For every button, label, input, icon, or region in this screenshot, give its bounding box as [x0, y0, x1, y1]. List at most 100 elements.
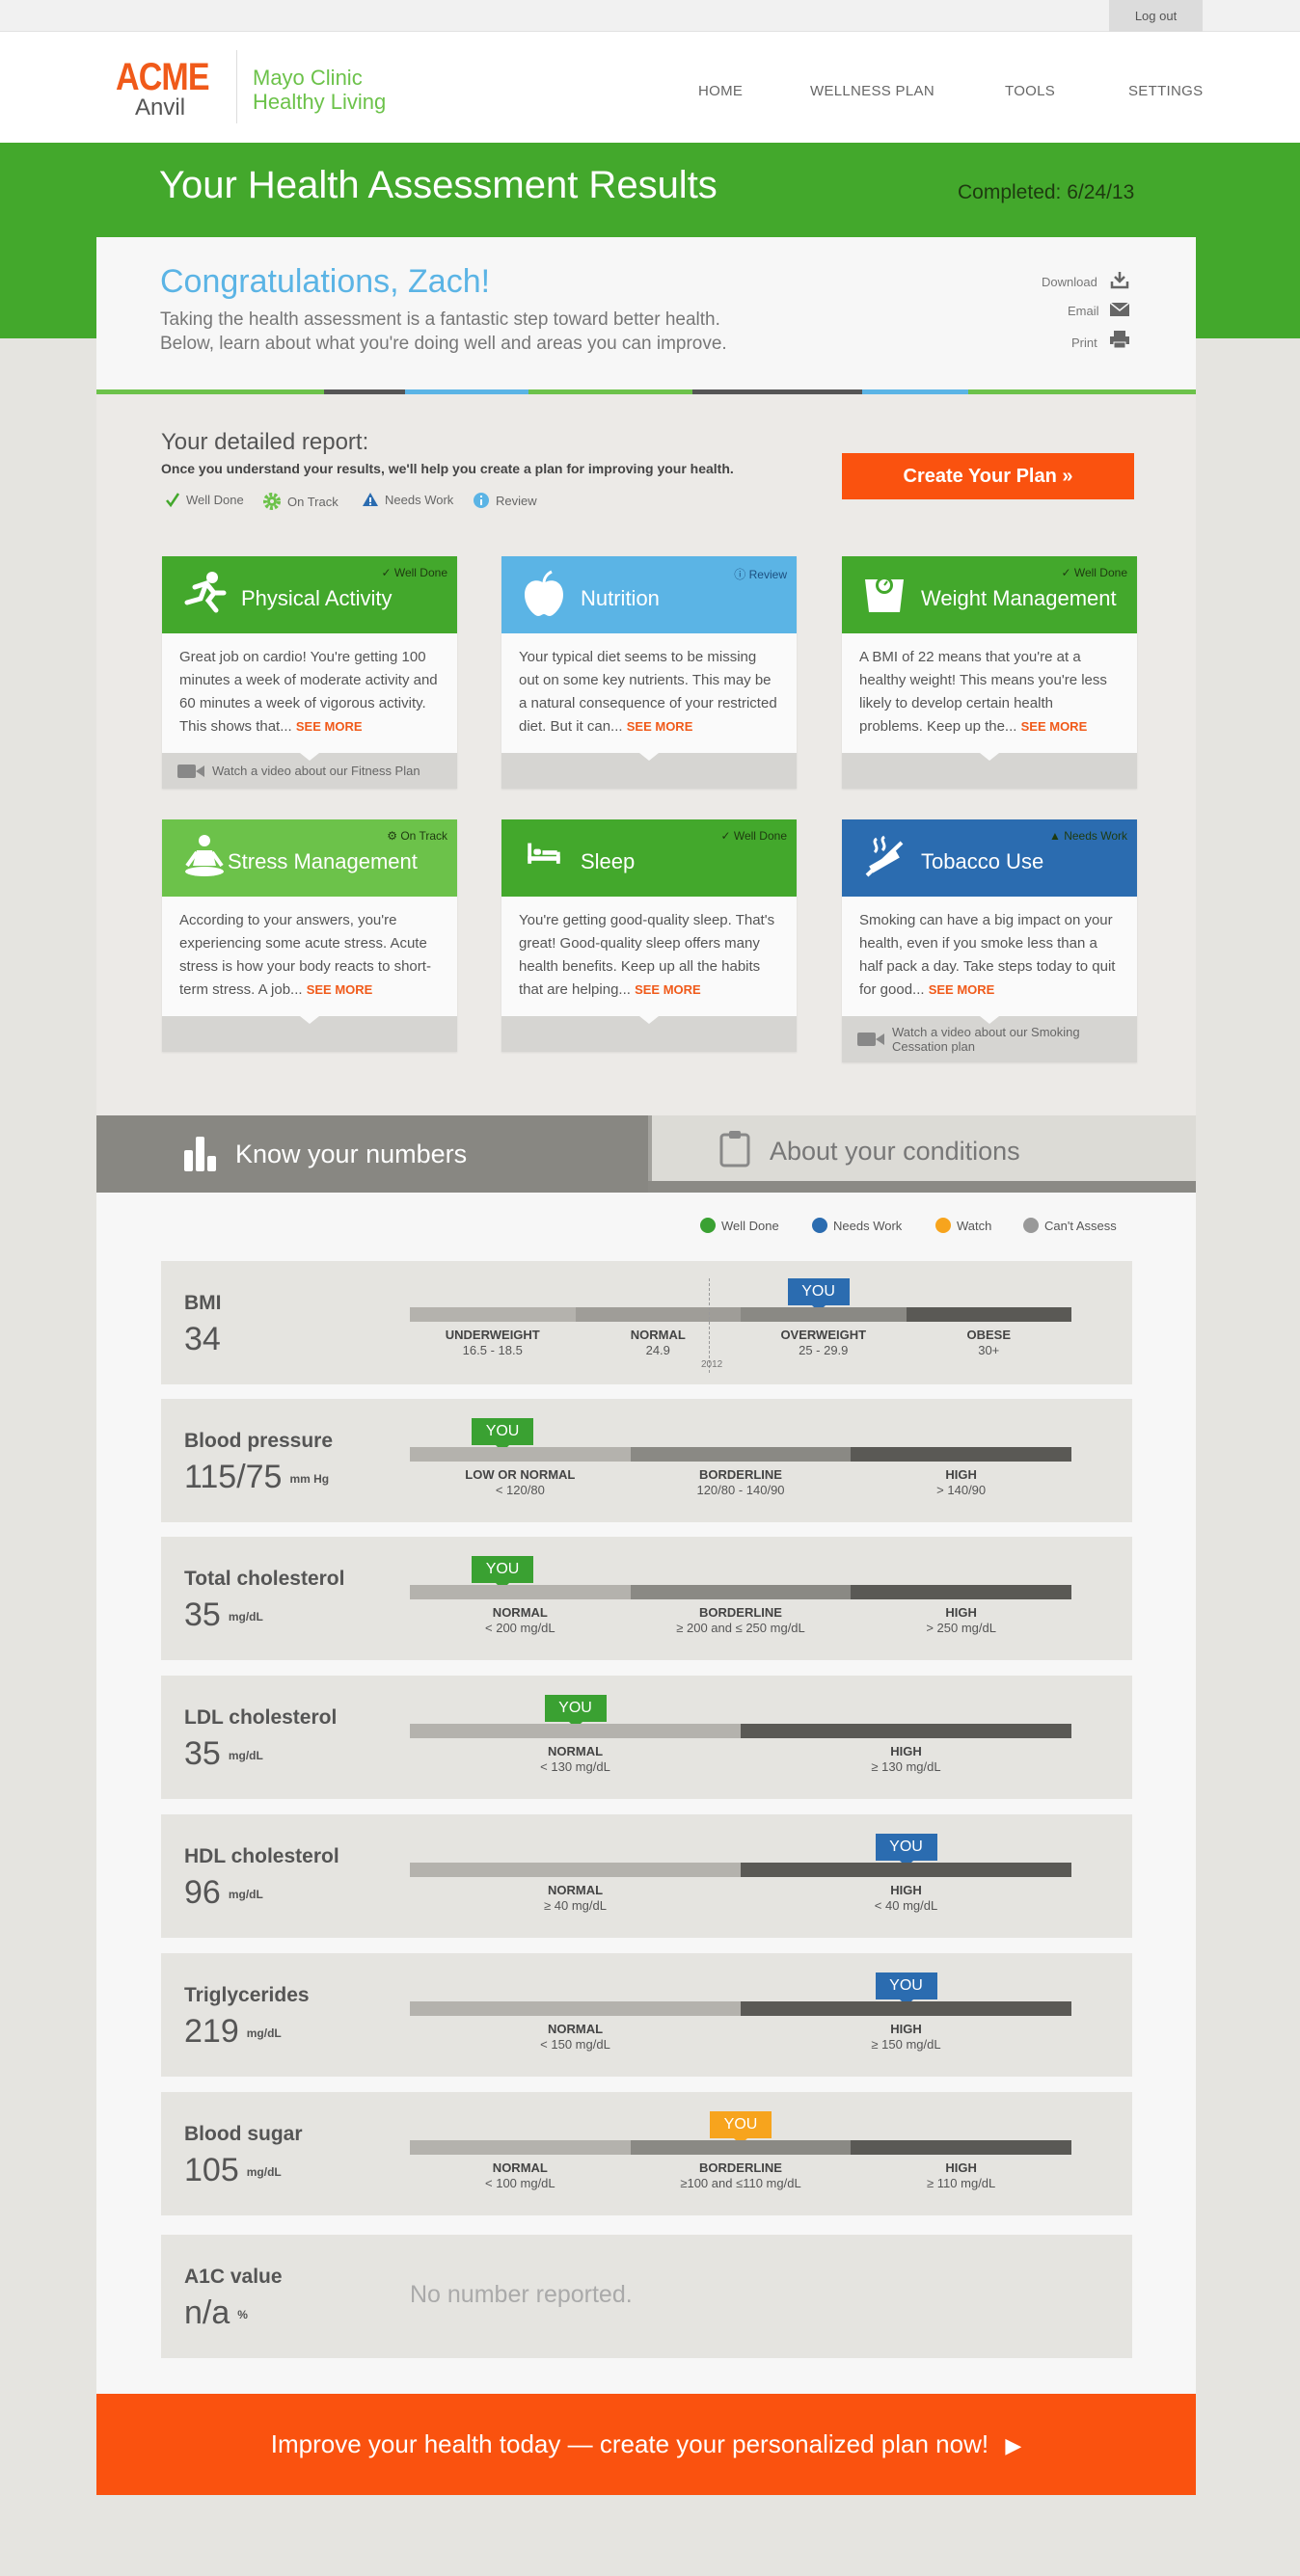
download-icon[interactable]	[1110, 270, 1129, 289]
topic-card-nutrition[interactable]: Nutrition ⓘ Review Your typical diet see…	[501, 556, 797, 789]
range-bar	[410, 1585, 1071, 1599]
metric-name: HDL cholesterol	[184, 1845, 339, 1867]
anvil-logo-text: Anvil	[135, 94, 186, 121]
topic-body: Your typical diet seems to be missing ou…	[501, 633, 797, 753]
range-label: NORMAL < 150 mg/dL	[540, 2022, 610, 2053]
nav-home[interactable]: HOME	[698, 83, 743, 99]
topic-status: ⚙ On Track	[387, 829, 447, 843]
tab-about-your-conditions[interactable]: About your conditions	[648, 1115, 1196, 1181]
topic-status-label: Well Done	[1073, 566, 1127, 579]
video-link[interactable]: Watch a video about our Fitness Plan	[162, 753, 457, 789]
metric-value: 35 mg/dL	[184, 1735, 263, 1773]
metric-unit: mg/dL	[246, 2165, 282, 2180]
see-more-link[interactable]: SEE MORE	[1021, 719, 1088, 734]
range-segment	[630, 2140, 852, 2155]
range-label: HIGH ≥ 150 mg/dL	[871, 2022, 940, 2053]
you-marker: YOU	[472, 1418, 534, 1452]
range-name: NORMAL	[547, 1744, 604, 1758]
greeting: Congratulations, Zach!	[160, 263, 491, 300]
topic-card-physical-activity[interactable]: Physical Activity ✓ Well Done Great job …	[162, 556, 457, 789]
range-name: BORDERLINE	[699, 1467, 782, 1482]
tab-know-your-numbers[interactable]: Know your numbers	[96, 1115, 648, 1193]
nav-tools[interactable]: TOOLS	[1005, 83, 1055, 99]
range-segment	[410, 1307, 576, 1322]
metric-name: Blood pressure	[184, 1430, 334, 1452]
video-link[interactable]: Watch a video about our Smoking Cessatio…	[842, 1016, 1137, 1062]
download-link[interactable]: Download	[1042, 275, 1097, 289]
topic-status: ✓ Well Done	[720, 829, 787, 843]
range-segment	[630, 1585, 852, 1599]
metric-number: 35	[184, 1597, 221, 1633]
topic-footer	[501, 1016, 797, 1052]
range-label: NORMAL ≥ 40 mg/dL	[544, 1883, 607, 1914]
topic-title: Stress Management	[228, 849, 418, 873]
metric-row-triglycerides: Triglycerides 219 mg/dL NORMAL < 150 mg/dL HI…	[161, 1953, 1132, 2077]
range-bar	[410, 1863, 1071, 1877]
bar-chart-icon	[184, 1137, 216, 1171]
legend-watch: Watch	[935, 1218, 991, 1233]
range-segment	[741, 1863, 1071, 1877]
print-link[interactable]: Print	[1071, 335, 1097, 350]
topic-title: Tobacco Use	[921, 849, 1044, 873]
range-label: NORMAL < 200 mg/dL	[485, 1605, 555, 1636]
range-name: UNDERWEIGHT	[445, 1328, 540, 1342]
status-dot	[812, 1218, 827, 1233]
metric-row-ldl-cholesterol: LDL cholesterol 35 mg/dL NORMAL < 130 mg/dL Y…	[161, 1676, 1132, 1799]
metric-name: LDL cholesterol	[184, 1706, 338, 1729]
range-label: OVERWEIGHT 25 - 29.9	[780, 1328, 866, 1358]
nav-wellness-plan[interactable]: WELLNESS PLAN	[810, 83, 934, 99]
range-bar	[410, 1447, 1071, 1462]
range-segment	[741, 2001, 1071, 2016]
range-values: ≥ 200 and ≤ 250 mg/dL	[676, 1621, 805, 1635]
email-link[interactable]: Email	[1068, 304, 1099, 318]
topic-header: Weight Management ✓ Well Done	[842, 556, 1137, 633]
range-values: ≥ 150 mg/dL	[871, 2037, 941, 2052]
no-smoking-icon	[865, 835, 904, 877]
metric-unit: mm Hg	[289, 1472, 330, 1487]
topic-card-sleep[interactable]: Sleep ✓ Well Done You're getting good-qu…	[501, 819, 797, 1052]
logout-button[interactable]: Log out	[1109, 0, 1203, 32]
topic-card-tobacco-use[interactable]: Tobacco Use ▲ Needs Work Smoking can hav…	[842, 819, 1137, 1062]
see-more-link[interactable]: SEE MORE	[635, 982, 701, 997]
range-values: > 140/90	[936, 1483, 987, 1497]
you-marker: YOU	[710, 2111, 772, 2145]
see-more-link[interactable]: SEE MORE	[296, 719, 363, 734]
topic-card-stress-management[interactable]: Stress Management ⚙ On Track According t…	[162, 819, 457, 1052]
range-label: BORDERLINE ≥ 200 and ≤ 250 mg/dL	[676, 1605, 805, 1636]
see-more-link[interactable]: SEE MORE	[929, 982, 995, 997]
metric-unit: mg/dL	[246, 2026, 282, 2041]
legend-label: Watch	[957, 1218, 992, 1233]
acme-logo[interactable]: ACME	[116, 56, 210, 99]
range-segment	[410, 1447, 631, 1462]
meditation-icon	[185, 835, 224, 876]
metric-name: BMI	[184, 1292, 222, 1314]
metric-row-total-cholesterol: Total cholesterol 35 mg/dL NORMAL < 200 mg/d…	[161, 1537, 1132, 1660]
range-values: < 100 mg/dL	[485, 2176, 555, 2190]
see-more-link[interactable]: SEE MORE	[307, 982, 373, 997]
topic-title: Physical Activity	[241, 586, 393, 610]
check-icon: ✓	[381, 566, 392, 579]
legend-well-done: Well Done	[165, 492, 244, 507]
metric-row-blood-sugar: Blood sugar 105 mg/dL NORMAL < 100 mg/dL BORD…	[161, 2092, 1132, 2215]
range-values: < 200 mg/dL	[485, 1621, 555, 1635]
topic-card-weight-management[interactable]: Weight Management ✓ Well Done A BMI of 2…	[842, 556, 1137, 789]
range-bar	[410, 2140, 1071, 2155]
range-values: 25 - 29.9	[799, 1343, 849, 1357]
range-label: LOW OR NORMAL < 120/80	[465, 1467, 575, 1498]
top-utility-bar	[0, 0, 1300, 32]
see-more-link[interactable]: SEE MORE	[627, 719, 693, 734]
range-values: > 250 mg/dL	[926, 1621, 996, 1635]
range-label: NORMAL 24.9	[631, 1328, 686, 1358]
create-plan-banner[interactable]: Improve your health today — create your …	[96, 2394, 1196, 2495]
printer-icon[interactable]	[1109, 330, 1130, 349]
email-icon[interactable]	[1109, 302, 1130, 317]
range-label: NORMAL < 130 mg/dL	[540, 1744, 610, 1775]
topic-body: A BMI of 22 means that you're at a healt…	[842, 633, 1137, 753]
create-plan-button[interactable]: Create Your Plan »	[842, 453, 1134, 499]
metric-number: 105	[184, 2152, 239, 2188]
metric-number: 115/75	[184, 1459, 283, 1495]
nav-settings[interactable]: SETTINGS	[1128, 83, 1203, 99]
topic-body: You're getting good-quality sleep. That'…	[501, 897, 797, 1016]
range-name: OBESE	[966, 1328, 1012, 1342]
tab-divider	[648, 1181, 1196, 1193]
